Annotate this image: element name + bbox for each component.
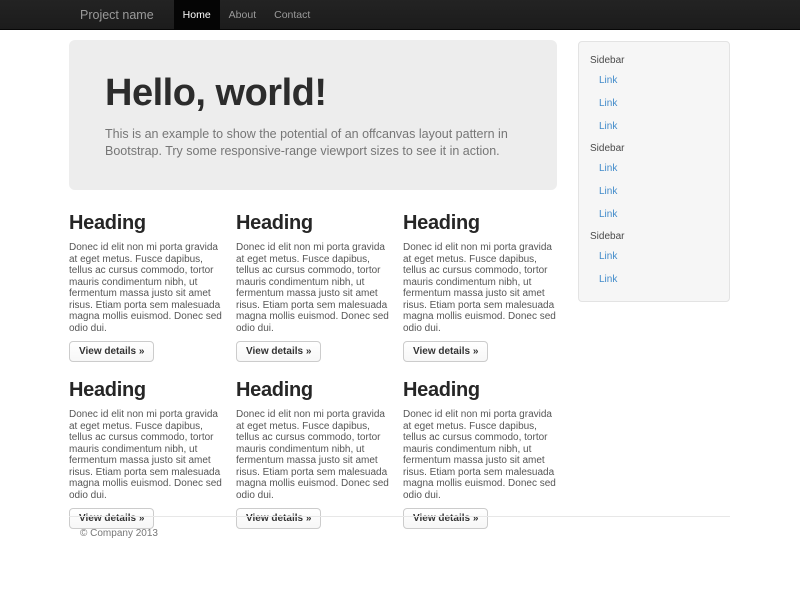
content-card: Heading Donec id elit non mi porta gravi… — [403, 212, 558, 362]
card-heading: Heading — [403, 379, 558, 401]
sidebar-link[interactable]: Link — [579, 92, 729, 115]
card-body-text: Donec id elit non mi porta gravida at eg… — [236, 242, 391, 334]
sidebar-heading: Sidebar — [579, 50, 729, 69]
sidebar-link[interactable]: Link — [579, 115, 729, 138]
sidebar-link[interactable]: Link — [579, 157, 729, 180]
top-navbar: Project name Home About Contact — [0, 0, 800, 30]
sidebar-link[interactable]: Link — [579, 245, 729, 268]
view-details-button[interactable]: View details » — [236, 341, 321, 362]
card-heading: Heading — [69, 212, 224, 234]
card-body-text: Donec id elit non mi porta gravida at eg… — [69, 409, 224, 501]
navbar-menu: Home About Contact — [174, 0, 320, 29]
content-card: Heading Donec id elit non mi porta gravi… — [403, 379, 558, 529]
navbar-container: Project name Home About Contact — [60, 0, 319, 29]
content-card: Heading Donec id elit non mi porta gravi… — [69, 212, 224, 362]
page-subtitle: This is an example to show the potential… — [105, 126, 521, 160]
sidebar-heading: Sidebar — [579, 138, 729, 157]
page-footer: © Company 2013 — [69, 516, 730, 539]
copyright-text: © Company 2013 — [69, 528, 730, 539]
card-heading: Heading — [236, 212, 391, 234]
card-heading: Heading — [403, 212, 558, 234]
nav-item-contact[interactable]: Contact — [265, 0, 319, 30]
sidebar-link[interactable]: Link — [579, 180, 729, 203]
sidebar-heading: Sidebar — [579, 226, 729, 245]
sidebar-link[interactable]: Link — [579, 69, 729, 92]
view-details-button[interactable]: View details » — [69, 341, 154, 362]
jumbotron: Hello, world! This is an example to show… — [69, 40, 557, 190]
card-heading: Heading — [69, 379, 224, 401]
content-card: Heading Donec id elit non mi porta gravi… — [236, 379, 391, 529]
card-body-text: Donec id elit non mi porta gravida at eg… — [236, 409, 391, 501]
content-grid: Heading Donec id elit non mi porta gravi… — [69, 212, 561, 529]
page-title: Hello, world! — [105, 72, 521, 116]
card-body-text: Donec id elit non mi porta gravida at eg… — [403, 409, 558, 501]
brand-link[interactable]: Project name — [60, 0, 174, 29]
nav-item-about[interactable]: About — [220, 0, 265, 30]
content-card: Heading Donec id elit non mi porta gravi… — [69, 379, 224, 529]
sidebar-link[interactable]: Link — [579, 203, 729, 226]
card-body-text: Donec id elit non mi porta gravida at eg… — [69, 242, 224, 334]
card-heading: Heading — [236, 379, 391, 401]
view-details-button[interactable]: View details » — [403, 341, 488, 362]
card-body-text: Donec id elit non mi porta gravida at eg… — [403, 242, 558, 334]
sidebar: Sidebar Link Link Link Sidebar Link Link… — [578, 41, 730, 302]
content-card: Heading Donec id elit non mi porta gravi… — [236, 212, 391, 362]
sidebar-link[interactable]: Link — [579, 268, 729, 291]
nav-item-home[interactable]: Home — [174, 0, 220, 30]
